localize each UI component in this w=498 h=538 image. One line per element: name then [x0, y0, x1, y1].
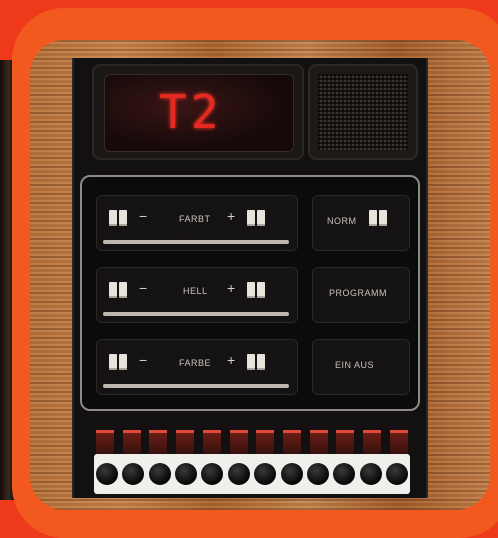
channel-button[interactable]	[333, 463, 356, 485]
programm-button[interactable]: PROGRAMM	[312, 267, 410, 323]
slider-bar[interactable]	[103, 240, 289, 244]
minus-keys[interactable]	[109, 354, 127, 370]
control-label: FARBE	[179, 358, 212, 368]
plus-keys[interactable]	[247, 210, 265, 226]
speaker	[308, 64, 418, 160]
norm-label: NORM	[327, 216, 357, 226]
plus-sign[interactable]: +	[227, 352, 235, 368]
norm-button[interactable]: NORM	[312, 195, 410, 251]
channel-digits: T2	[159, 85, 223, 139]
power-button[interactable]: EIN AUS	[312, 339, 410, 395]
channel-button[interactable]	[385, 463, 408, 485]
minus-keys[interactable]	[109, 282, 127, 298]
speaker-grille	[318, 74, 408, 150]
channel-button[interactable]	[227, 463, 250, 485]
minus-sign[interactable]: −	[139, 208, 147, 224]
norm-keys[interactable]	[369, 210, 387, 226]
control-label: HELL	[183, 286, 208, 296]
channel-button[interactable]	[122, 463, 145, 485]
power-label: EIN AUS	[335, 360, 375, 370]
channel-button[interactable]	[306, 463, 329, 485]
slider-bar[interactable]	[103, 384, 289, 388]
channel-button-strip	[94, 454, 410, 494]
channel-button[interactable]	[254, 463, 277, 485]
channel-button[interactable]	[359, 463, 382, 485]
color-saturation-control: − FARBT · +	[96, 195, 298, 251]
display-glass: T2	[104, 74, 294, 152]
indicator-dot: ·	[185, 231, 187, 237]
channel-button[interactable]	[201, 463, 224, 485]
brightness-control: − HELL +	[96, 267, 298, 323]
plus-keys[interactable]	[247, 354, 265, 370]
minus-sign[interactable]: −	[139, 280, 147, 296]
color-control: − FARBE +	[96, 339, 298, 395]
channel-display: T2	[92, 64, 304, 160]
channel-keyboard	[94, 430, 410, 494]
minus-sign[interactable]: −	[139, 352, 147, 368]
plus-sign[interactable]: +	[227, 208, 235, 224]
channel-button[interactable]	[175, 463, 198, 485]
plus-keys[interactable]	[247, 282, 265, 298]
channel-button[interactable]	[96, 463, 118, 485]
channel-button[interactable]	[280, 463, 303, 485]
control-block: − FARBT · + − HELL + − FARBE + NORM PROG…	[80, 175, 420, 411]
plus-sign[interactable]: +	[227, 280, 235, 296]
channel-button[interactable]	[148, 463, 171, 485]
channel-tabs	[96, 430, 408, 459]
slider-bar[interactable]	[103, 312, 289, 316]
programm-label: PROGRAMM	[329, 288, 387, 298]
minus-keys[interactable]	[109, 210, 127, 226]
control-label: FARBT	[179, 214, 211, 224]
